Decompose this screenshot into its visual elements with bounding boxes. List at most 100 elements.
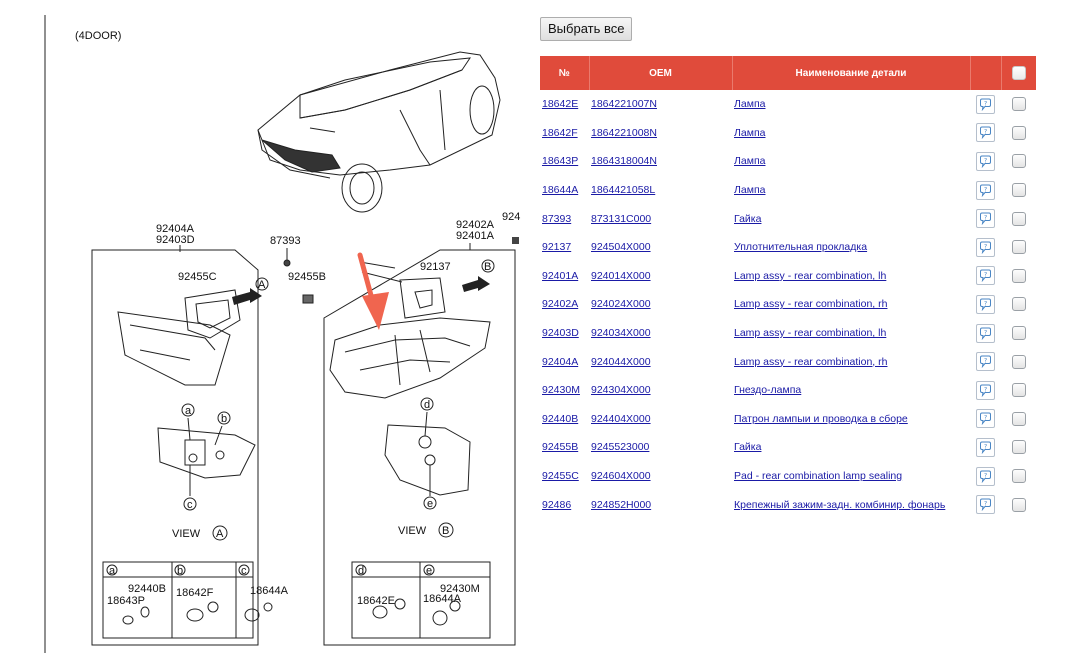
part-number-link[interactable]: 92404A (542, 356, 578, 368)
part-number-link[interactable]: 87393 (542, 213, 571, 225)
oem-number-link[interactable]: 924852H000 (591, 499, 651, 511)
table-row: 92455C 924604X000 Pad - rear combination… (540, 462, 1036, 491)
part-number-link[interactable]: 92455B (542, 441, 578, 453)
table-row: 18642E 1864221007N Лампа ? (540, 90, 1036, 119)
cell-checkbox (1001, 233, 1036, 262)
oem-number-link[interactable]: 924024X000 (591, 298, 651, 310)
part-name-link[interactable]: Lamp assy - rear combination, lh (734, 270, 886, 282)
speech-bubble-icon[interactable]: ? (976, 495, 995, 515)
part-name-link[interactable]: Лампа (734, 155, 765, 167)
row-checkbox[interactable] (1011, 326, 1026, 341)
part-number-link[interactable]: 92137 (542, 241, 571, 253)
oem-number-link[interactable]: 924044X000 (591, 356, 651, 368)
row-checkbox[interactable] (1011, 183, 1026, 198)
table-d-callout: d (358, 565, 364, 577)
part-number-link[interactable]: 92430M (542, 384, 580, 396)
oem-number-link[interactable]: 9245523000 (591, 441, 649, 453)
part-number-link[interactable]: 92402A (542, 298, 578, 310)
header-checkbox-cell (1001, 56, 1036, 90)
outer-lamp-illustration (329, 317, 491, 399)
row-checkbox[interactable] (1011, 268, 1026, 283)
speech-bubble-icon[interactable]: ? (976, 352, 995, 372)
part-name-link[interactable]: Уплотнительная прокладка (734, 241, 867, 253)
part-name-link[interactable]: Лампа (734, 127, 765, 139)
row-checkbox[interactable] (1011, 469, 1026, 484)
cell-oem: 924044X000 (589, 347, 732, 376)
row-checkbox[interactable] (1011, 97, 1026, 112)
part-number-link[interactable]: 92403D (542, 327, 579, 339)
oem-number-link[interactable]: 1864318004N (591, 155, 657, 167)
part-number-link[interactable]: 92401A (542, 270, 578, 282)
table-row: 92137 924504X000 Уплотнительная прокладк… (540, 233, 1036, 262)
svg-text:?: ? (984, 472, 987, 479)
speech-bubble-icon[interactable]: ? (976, 237, 995, 257)
speech-bubble-icon[interactable]: ? (976, 294, 995, 314)
part-number-link[interactable]: 18644A (542, 184, 578, 196)
row-checkbox[interactable] (1011, 211, 1026, 226)
part-number-link[interactable]: 92486 (542, 499, 571, 511)
oem-number-link[interactable]: 924304X000 (591, 384, 651, 396)
cell-comment: ? (970, 462, 1001, 491)
part-name-link[interactable]: Патрон лампыи и проводка в сборе (734, 413, 908, 425)
row-checkbox[interactable] (1011, 154, 1026, 169)
row-checkbox[interactable] (1011, 440, 1026, 455)
part-number-link[interactable]: 92455C (542, 470, 579, 482)
part-number-link[interactable]: 92440B (542, 413, 578, 425)
speech-bubble-icon[interactable]: ? (976, 466, 995, 486)
part-name-link[interactable]: Lamp assy - rear combination, rh (734, 298, 887, 310)
part-name-link[interactable]: Гайка (734, 213, 761, 225)
part-number-link[interactable]: 18643P (542, 155, 578, 167)
speech-bubble-icon[interactable]: ? (976, 409, 995, 429)
part-name-link[interactable]: Гнездо-лампа (734, 384, 801, 396)
part-name-link[interactable]: Крепежный зажим-задн. комбинир. фонарь (734, 499, 945, 511)
oem-number-link[interactable]: 924404X000 (591, 413, 651, 425)
oem-number-link[interactable]: 924014X000 (591, 270, 651, 282)
oem-number-link[interactable]: 924034X000 (591, 327, 651, 339)
part-name-link[interactable]: Лампа (734, 98, 765, 110)
speech-bubble-icon[interactable]: ? (976, 437, 995, 457)
callout-a-small: a (185, 405, 192, 417)
part-name-link[interactable]: Lamp assy - rear combination, rh (734, 356, 887, 368)
cell-comment: ? (970, 405, 1001, 434)
row-checkbox[interactable] (1011, 240, 1026, 255)
part-name-link[interactable]: Лампа (734, 184, 765, 196)
oem-number-link[interactable]: 924604X000 (591, 470, 651, 482)
speech-bubble-icon[interactable]: ? (976, 209, 995, 229)
row-checkbox[interactable] (1011, 125, 1026, 140)
cell-name: Крепежный зажим-задн. комбинир. фонарь (732, 490, 970, 519)
speech-bubble-icon[interactable]: ? (976, 94, 995, 114)
row-checkbox[interactable] (1011, 383, 1026, 398)
row-checkbox[interactable] (1011, 297, 1026, 312)
svg-text:?: ? (984, 329, 987, 336)
speech-bubble-icon[interactable]: ? (976, 151, 995, 171)
speech-bubble-icon[interactable]: ? (976, 380, 995, 400)
oem-number-link[interactable]: 1864221007N (591, 98, 657, 110)
cell-name: Гайка (732, 433, 970, 462)
part-number-link[interactable]: 18642E (542, 98, 578, 110)
oem-number-link[interactable]: 1864421058L (591, 184, 655, 196)
speech-bubble-icon[interactable]: ? (976, 323, 995, 343)
part-name-link[interactable]: Lamp assy - rear combination, lh (734, 327, 886, 339)
part-name-link[interactable]: Гайка (734, 441, 761, 453)
table-row: 92440B 924404X000 Патрон лампыи и провод… (540, 405, 1036, 434)
part-name-link[interactable]: Pad - rear combination lamp sealing (734, 470, 902, 482)
cell-oem: 924604X000 (589, 462, 732, 491)
row-checkbox[interactable] (1011, 411, 1026, 426)
select-all-button[interactable]: Выбрать все (540, 17, 633, 41)
label-92455c: 92455C (178, 271, 217, 283)
oem-number-link[interactable]: 873131C000 (591, 213, 651, 225)
oem-number-link[interactable]: 924504X000 (591, 241, 651, 253)
speech-bubble-icon[interactable]: ? (976, 180, 995, 200)
oem-number-link[interactable]: 1864221008N (591, 127, 657, 139)
bulb-e2-label: 18644A (423, 593, 462, 605)
view-b-label: VIEW (398, 525, 427, 537)
select-all-checkbox[interactable] (1011, 66, 1026, 80)
cell-oem: 924304X000 (589, 376, 732, 405)
cell-num: 92402A (540, 290, 589, 319)
speech-bubble-icon[interactable]: ? (976, 123, 995, 143)
part-number-link[interactable]: 18642F (542, 127, 578, 139)
speech-bubble-icon[interactable]: ? (976, 266, 995, 286)
row-checkbox[interactable] (1011, 497, 1026, 512)
row-checkbox[interactable] (1011, 354, 1026, 369)
callout-b: B (484, 261, 491, 273)
